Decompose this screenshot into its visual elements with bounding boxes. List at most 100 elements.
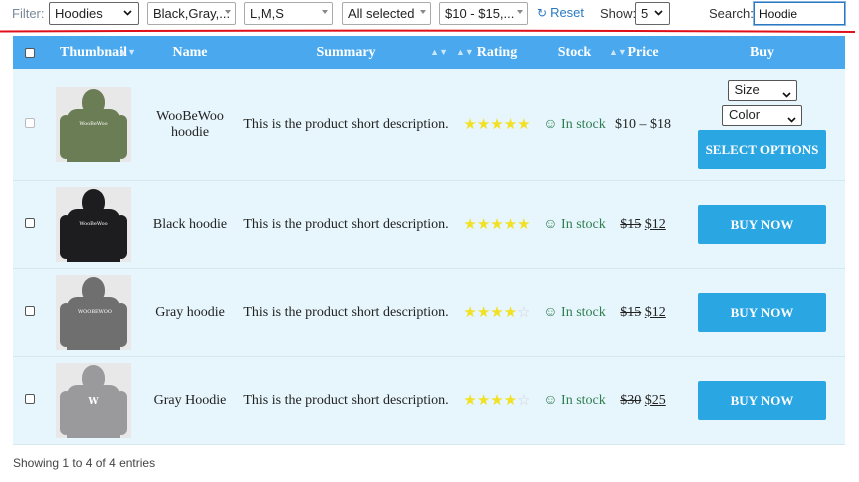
size-filter-value: L,M,S: [250, 6, 284, 21]
price-cell: $30 $25: [607, 393, 679, 409]
stock-cell: ☺ In stock: [542, 304, 607, 322]
product-name: WooBeWoo hoodie: [156, 108, 224, 140]
sort-icon: ▲▼: [118, 47, 136, 57]
hoodie-logo: WOOBEWOO: [78, 309, 112, 315]
size-filter-select[interactable]: L,M,S: [244, 2, 333, 25]
hoodie-hood: [82, 189, 105, 215]
star-empty-icon: ☆: [517, 393, 531, 409]
col-summary[interactable]: Summary ▲▼: [240, 36, 452, 69]
star-filled-icon: ★: [490, 305, 504, 321]
smiley-icon: ☺: [543, 304, 558, 320]
stock-filter-select[interactable]: All selected: [342, 2, 431, 25]
product-summary: This is the product short description.: [243, 304, 449, 320]
buy-now-button[interactable]: BUY NOW: [698, 205, 826, 244]
stock-status: In stock: [561, 392, 606, 408]
product-summary: This is the product short description.: [243, 116, 449, 132]
caret-down-icon: [322, 10, 328, 14]
col-summary-label: Summary: [316, 45, 376, 60]
size-select[interactable]: Size: [727, 80, 797, 101]
size-select-value: Size: [734, 82, 760, 97]
row-checkbox[interactable]: [25, 305, 35, 316]
search-label: Search:: [709, 6, 754, 21]
price-cell: $15 $12: [607, 217, 679, 233]
row-checkbox[interactable]: [25, 217, 35, 228]
price-filter-select[interactable]: $10 - $15,...: [439, 2, 528, 25]
product-name: Gray Hoodie: [153, 392, 227, 408]
star-filled-icon: ★: [463, 217, 477, 233]
star-empty-icon: ☆: [517, 305, 531, 321]
old-price: $30: [620, 392, 642, 408]
table-row: W Gray Hoodie This is the product short …: [13, 357, 845, 445]
rating-cell: ★★★★★: [452, 215, 542, 234]
col-price-label: Price: [627, 45, 659, 60]
star-filled-icon: ★: [463, 117, 477, 133]
hoodie-logo: WooBeWoo: [79, 221, 108, 227]
search-input[interactable]: [753, 1, 846, 26]
category-select[interactable]: Hoodies: [49, 2, 139, 25]
table-row: WOOBEWOO Gray hoodie This is the product…: [13, 269, 845, 357]
buy-now-button[interactable]: BUY NOW: [698, 381, 826, 420]
select-all-cell: [13, 36, 47, 69]
col-name[interactable]: Name: [140, 36, 240, 69]
hoodie-hood: [82, 89, 105, 115]
select-options-button[interactable]: SELECT OPTIONS: [698, 130, 826, 169]
product-thumbnail[interactable]: WOOBEWOO: [56, 275, 131, 350]
price-cell: $15 $12: [607, 305, 679, 321]
color-select[interactable]: Color: [722, 105, 802, 126]
chevron-down-icon: [654, 8, 663, 17]
star-rating: ★★★★☆: [463, 393, 530, 409]
hoodie-logo: WooBeWoo: [79, 121, 108, 127]
color-filter-value: Black,Gray,...: [153, 6, 231, 21]
sort-icon: ▲▼: [430, 47, 448, 57]
col-rating[interactable]: Rating ▲▼: [452, 36, 542, 69]
product-summary: This is the product short description.: [243, 216, 449, 232]
table-row: WooBeWoo Black hoodie This is the produc…: [13, 181, 845, 269]
col-name-label: Name: [172, 45, 208, 60]
col-stock-label: Stock: [557, 45, 592, 60]
star-filled-icon: ★: [476, 305, 491, 321]
thumbnail-cell: WooBeWoo: [47, 87, 140, 162]
color-filter-select[interactable]: Black,Gray,...: [147, 2, 236, 25]
stock-cell: ☺ In stock: [542, 392, 607, 410]
star-filled-icon: ★: [463, 393, 477, 409]
buy-now-button[interactable]: BUY NOW: [698, 293, 826, 332]
row-check-cell: [13, 217, 47, 233]
smiley-icon: ☺: [543, 216, 558, 232]
annotation-underline: [0, 29, 856, 33]
star-filled-icon: ★: [503, 217, 518, 233]
stock-status: In stock: [561, 216, 606, 232]
row-checkbox[interactable]: [25, 117, 35, 128]
col-thumbnail[interactable]: Thumbnail ▲▼: [47, 36, 140, 69]
product-thumbnail[interactable]: W: [56, 363, 131, 438]
star-filled-icon: ★: [490, 393, 504, 409]
smiley-icon: ☺: [543, 392, 558, 408]
table-row: WooBeWoo WooBeWoo hoodie This is the pro…: [13, 69, 845, 181]
category-select-value: Hoodies: [55, 6, 103, 21]
page-length-value: 5: [641, 6, 649, 21]
col-rating-label: Rating: [476, 45, 518, 60]
rating-cell: ★★★★☆: [452, 303, 542, 322]
thumbnail-cell: WooBeWoo: [47, 187, 140, 262]
product-thumbnail[interactable]: WooBeWoo: [56, 87, 131, 162]
table-info: Showing 1 to 4 of 4 entries: [13, 456, 156, 470]
col-buy: Buy: [679, 36, 845, 69]
product-thumbnail[interactable]: WooBeWoo: [56, 187, 131, 262]
hoodie-body: [67, 109, 120, 162]
stock-cell: ☺ In stock: [542, 116, 607, 134]
page-length-select[interactable]: 5: [635, 2, 670, 25]
buy-cell: BUY NOW: [679, 381, 845, 420]
reset-link[interactable]: ↻ Reset: [537, 5, 584, 20]
select-all-checkbox[interactable]: [25, 47, 35, 58]
star-rating: ★★★★★: [463, 117, 530, 133]
col-price[interactable]: Price ▲▼: [607, 36, 679, 69]
row-check-cell: [13, 117, 47, 133]
col-stock[interactable]: Stock: [542, 36, 607, 69]
col-buy-label: Buy: [749, 45, 775, 60]
sale-price: $12: [644, 216, 666, 232]
hoodie-body: [67, 209, 120, 262]
row-checkbox[interactable]: [25, 393, 35, 404]
product-summary: This is the product short description.: [243, 392, 449, 408]
caret-down-icon: [517, 10, 523, 14]
star-filled-icon: ★: [503, 305, 518, 321]
row-check-cell: [13, 305, 47, 321]
